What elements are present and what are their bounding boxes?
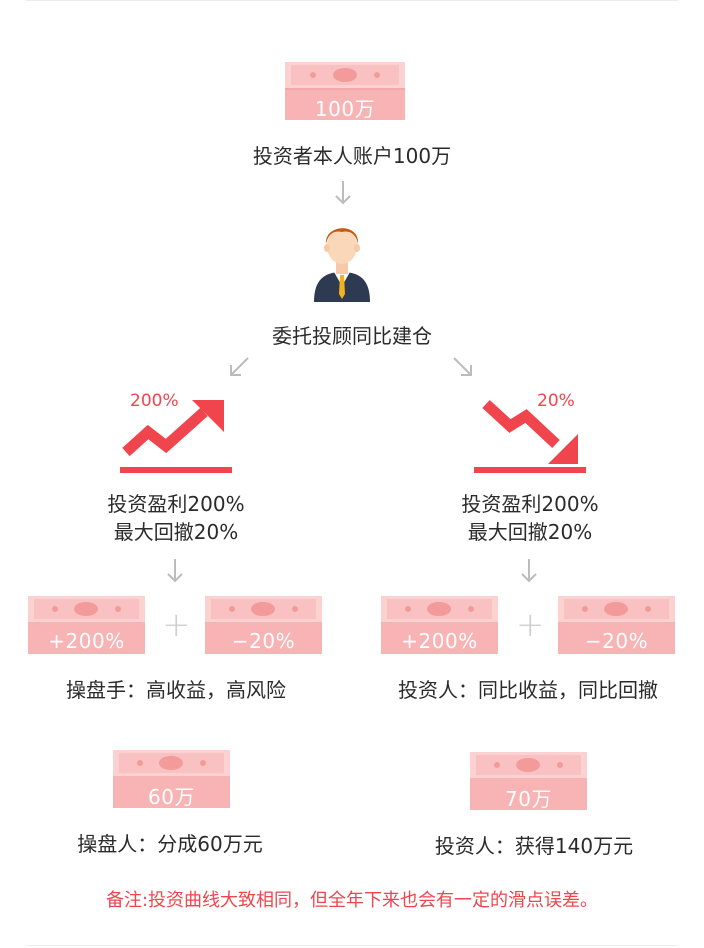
- right-profit-line: 投资盈利200%: [461, 492, 599, 516]
- money-stack-icon: +200%: [381, 596, 498, 654]
- money-stack-icon: −20%: [558, 596, 675, 654]
- money-stack-icon: +200%: [28, 596, 145, 654]
- left-profit-line: 投资盈利200%: [107, 492, 245, 516]
- right-result-caption: 投资人：获得140万元: [434, 834, 634, 858]
- right-result-money-label: 70万: [505, 786, 552, 811]
- left-drawdown-line: 最大回撤20%: [113, 520, 239, 544]
- plus-sign: +: [162, 605, 191, 645]
- money-label: 100万: [314, 96, 376, 121]
- left-loss-label: −20%: [231, 629, 296, 654]
- right-role-caption: 投资人：同比收益，同比回撤: [398, 678, 658, 702]
- left-result-caption: 操盘人：分成60万元: [77, 832, 263, 856]
- trend-down-arrow-icon: [474, 398, 586, 474]
- account-caption: 投资者本人账户100万: [252, 144, 452, 168]
- right-gain-label: +200%: [401, 629, 478, 654]
- bottom-divider: [26, 945, 678, 946]
- right-result-text: 投资盈利200% 最大回撤20%: [440, 490, 620, 546]
- left-role-caption: 操盘手：高收益，高风险: [66, 678, 286, 702]
- arrow-down-icon: [166, 558, 184, 588]
- top-divider: [26, 0, 678, 1]
- right-drawdown-line: 最大回撤20%: [467, 520, 593, 544]
- arrow-down-icon: [520, 558, 538, 588]
- money-stack-icon: −20%: [205, 596, 322, 654]
- money-stack-icon: 70万: [470, 752, 587, 811]
- businessman-icon: [310, 214, 374, 302]
- arrow-down-right-icon: [452, 356, 474, 382]
- trend-up-arrow-icon: [120, 398, 232, 474]
- left-gain-label: +200%: [48, 629, 125, 654]
- left-result-text: 投资盈利200% 最大回撤20%: [86, 490, 266, 546]
- left-result-money-label: 60万: [148, 784, 195, 809]
- footnote: 备注:投资曲线大致相同，但全年下来也会有一定的滑点误差。: [105, 890, 599, 911]
- money-stack-icon: 100万: [285, 62, 405, 121]
- advisor-caption: 委托投顾同比建仓: [272, 324, 432, 348]
- money-stack-icon: 60万: [113, 750, 230, 809]
- plus-sign: +: [516, 605, 545, 645]
- right-loss-label: −20%: [584, 629, 649, 654]
- arrow-down-icon: [334, 180, 352, 210]
- arrow-down-left-icon: [228, 356, 250, 382]
